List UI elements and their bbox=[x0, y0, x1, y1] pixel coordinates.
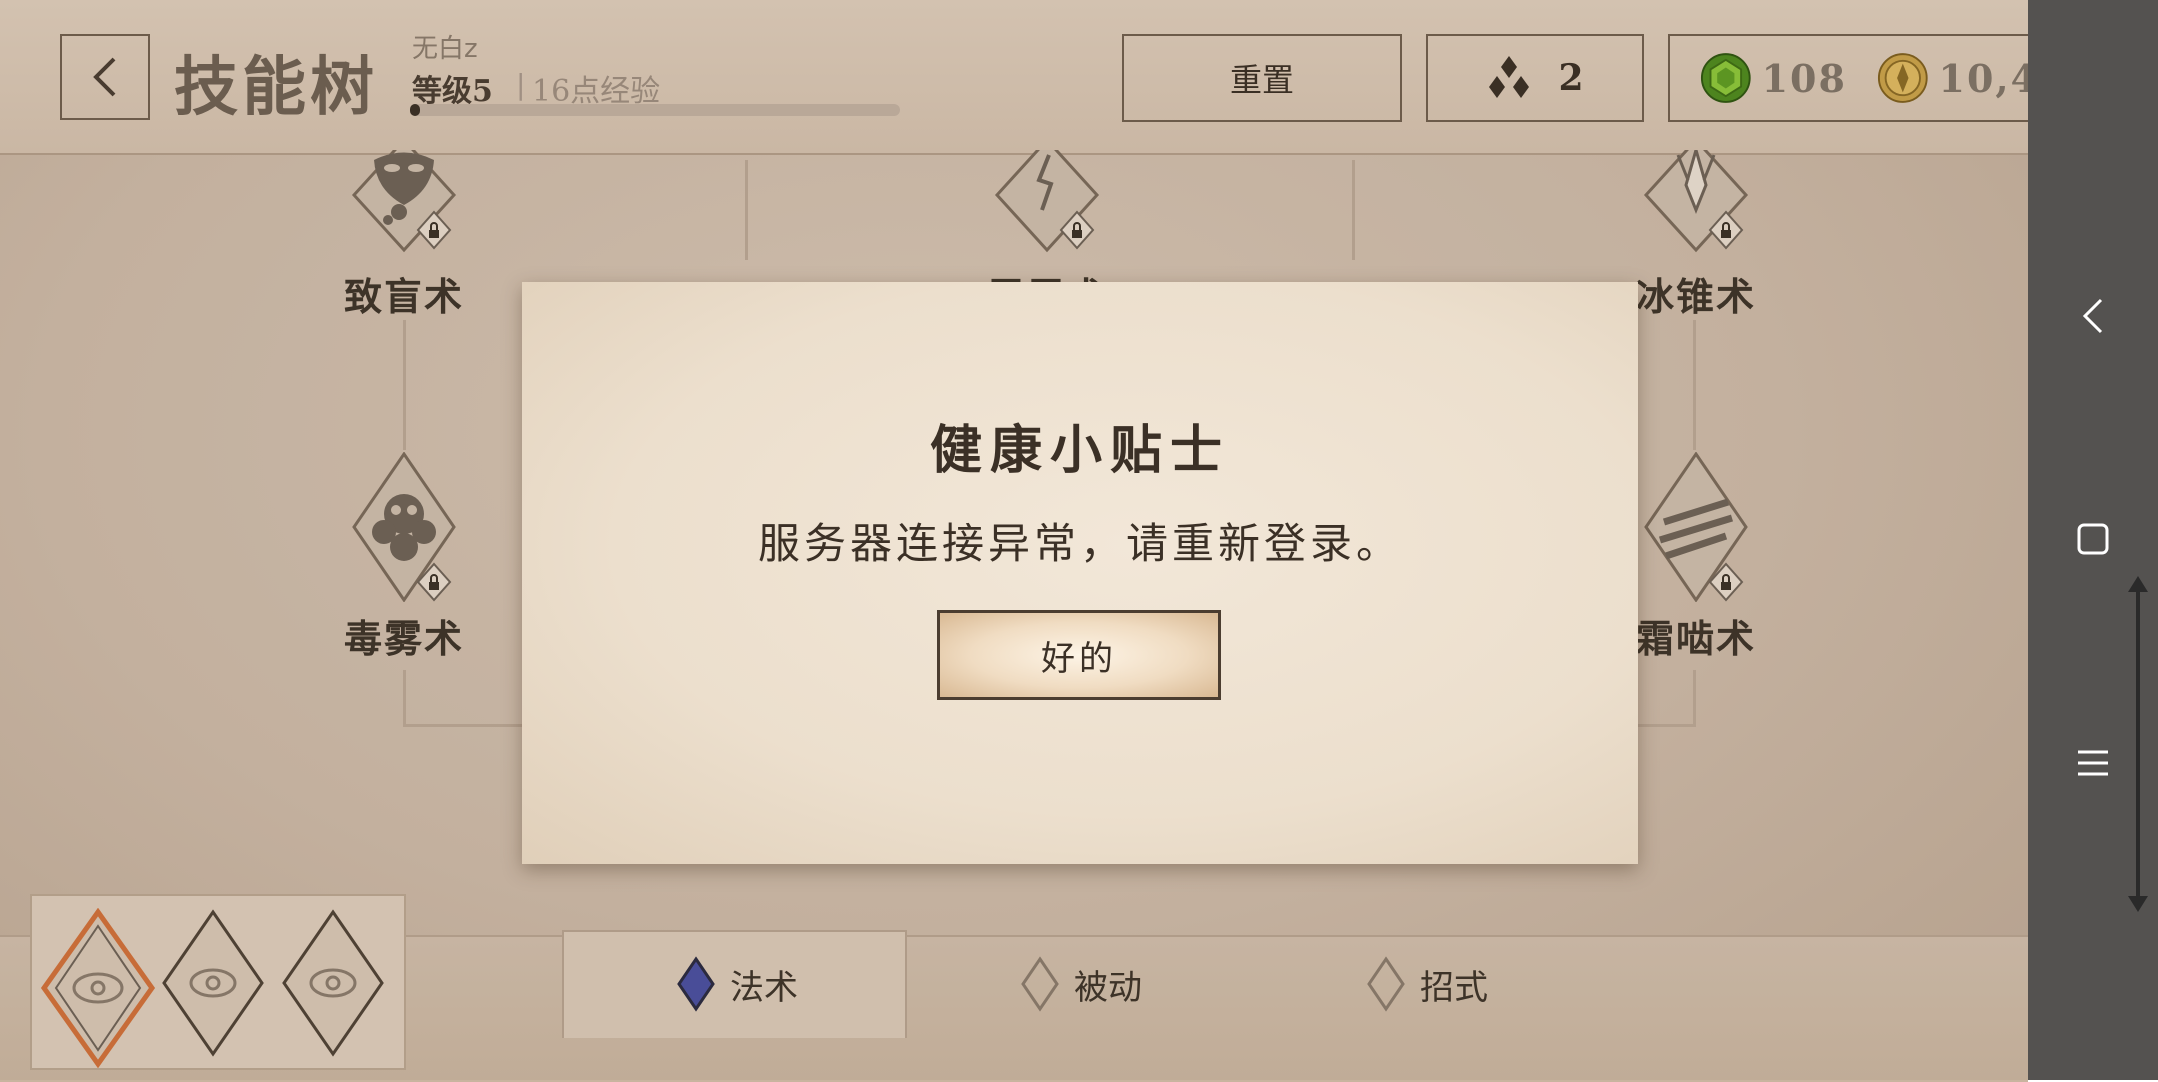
dialog-title: 健康小贴士 bbox=[929, 421, 1230, 481]
menu-icon bbox=[2078, 750, 2108, 776]
nav-drag-handle[interactable] bbox=[2128, 576, 2148, 912]
chevron-left-icon bbox=[2082, 298, 2103, 334]
tip-dialog: 健康小贴士 服务器连接异常，请重新登录。 好的 bbox=[522, 282, 1638, 864]
dialog-message: 服务器连接异常，请重新登录。 bbox=[757, 519, 1402, 568]
nav-home-button[interactable] bbox=[2060, 506, 2126, 572]
square-icon bbox=[2077, 523, 2109, 555]
ok-button[interactable]: 好的 bbox=[937, 610, 1221, 700]
nav-menu-button[interactable] bbox=[2060, 730, 2126, 796]
nav-back-button[interactable] bbox=[2060, 283, 2126, 349]
